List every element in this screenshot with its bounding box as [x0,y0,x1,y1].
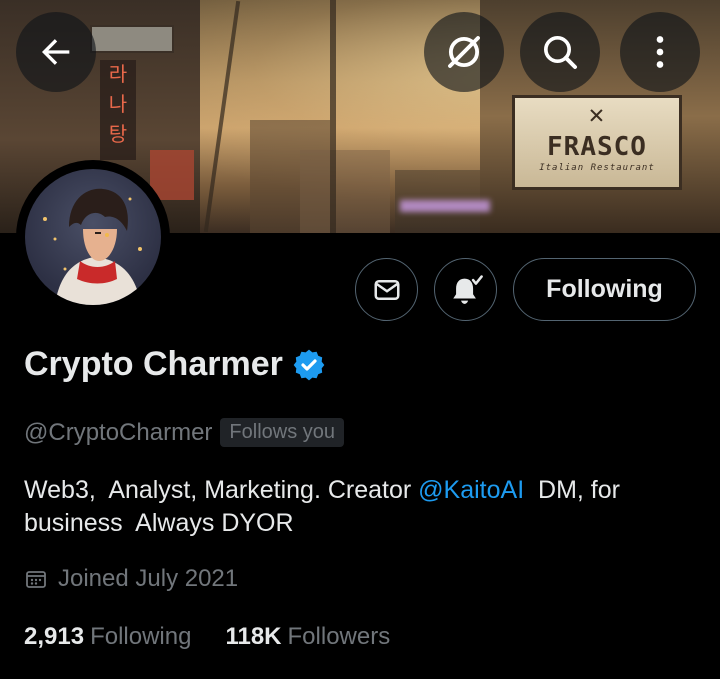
banner-pole [330,0,336,233]
banner-pole [203,0,241,233]
search-button[interactable] [520,12,600,92]
grok-icon [448,36,480,68]
followers-count: 118K [225,623,282,650]
avatar-illustration [43,188,142,305]
joined-row: Joined July 2021 [24,565,238,593]
following-count: 2,913 [24,623,85,650]
message-button[interactable] [355,258,418,321]
profile-bio: Web3, Analyst, Marketing. Creator @Kaito… [24,474,704,540]
display-name: Crypto Charmer [24,345,283,383]
follows-you-badge: Follows you [220,418,345,447]
banner-building [300,150,390,233]
more-vertical-icon [656,36,664,68]
banner-korean-sign: 라 나 탕 [100,60,136,160]
bio-text: Web3, Analyst, Marketing. Creator [24,476,419,504]
following-button[interactable]: Following [513,258,696,321]
envelope-icon [374,279,399,300]
banner-neon-glow [400,200,490,212]
follow-stats: 2,913 Following 118K Followers [24,623,424,651]
profile-handle: @CryptoCharmer [24,418,213,446]
banner-sign [90,25,174,53]
notifications-button[interactable] [434,258,497,321]
search-icon [544,36,577,69]
bio-mention-link[interactable]: @KaitoAI [418,476,524,504]
more-button[interactable] [620,12,700,92]
followers-label: Followers [287,623,391,650]
followers-count-link[interactable]: 118K Followers [225,623,390,651]
following-count-link[interactable]: 2,913 Following [24,623,191,651]
profile-name-row: Crypto Charmer [24,345,325,384]
joined-date: Joined July 2021 [58,565,239,592]
following-label: Following [90,623,192,650]
handle-row: @CryptoCharmer Follows you [24,418,345,447]
banner-side-sign [150,150,194,200]
verified-badge-icon[interactable] [293,349,325,381]
grok-button[interactable] [424,12,504,92]
calendar-icon [26,571,46,588]
avatar[interactable] [25,169,161,305]
following-button-label: Following [546,275,663,303]
frasco-sign: ✕ FRASCO Italian Restaurant [512,95,682,190]
bell-check-icon [452,274,483,304]
back-button[interactable] [16,12,96,92]
arrow-left-icon [42,39,70,65]
